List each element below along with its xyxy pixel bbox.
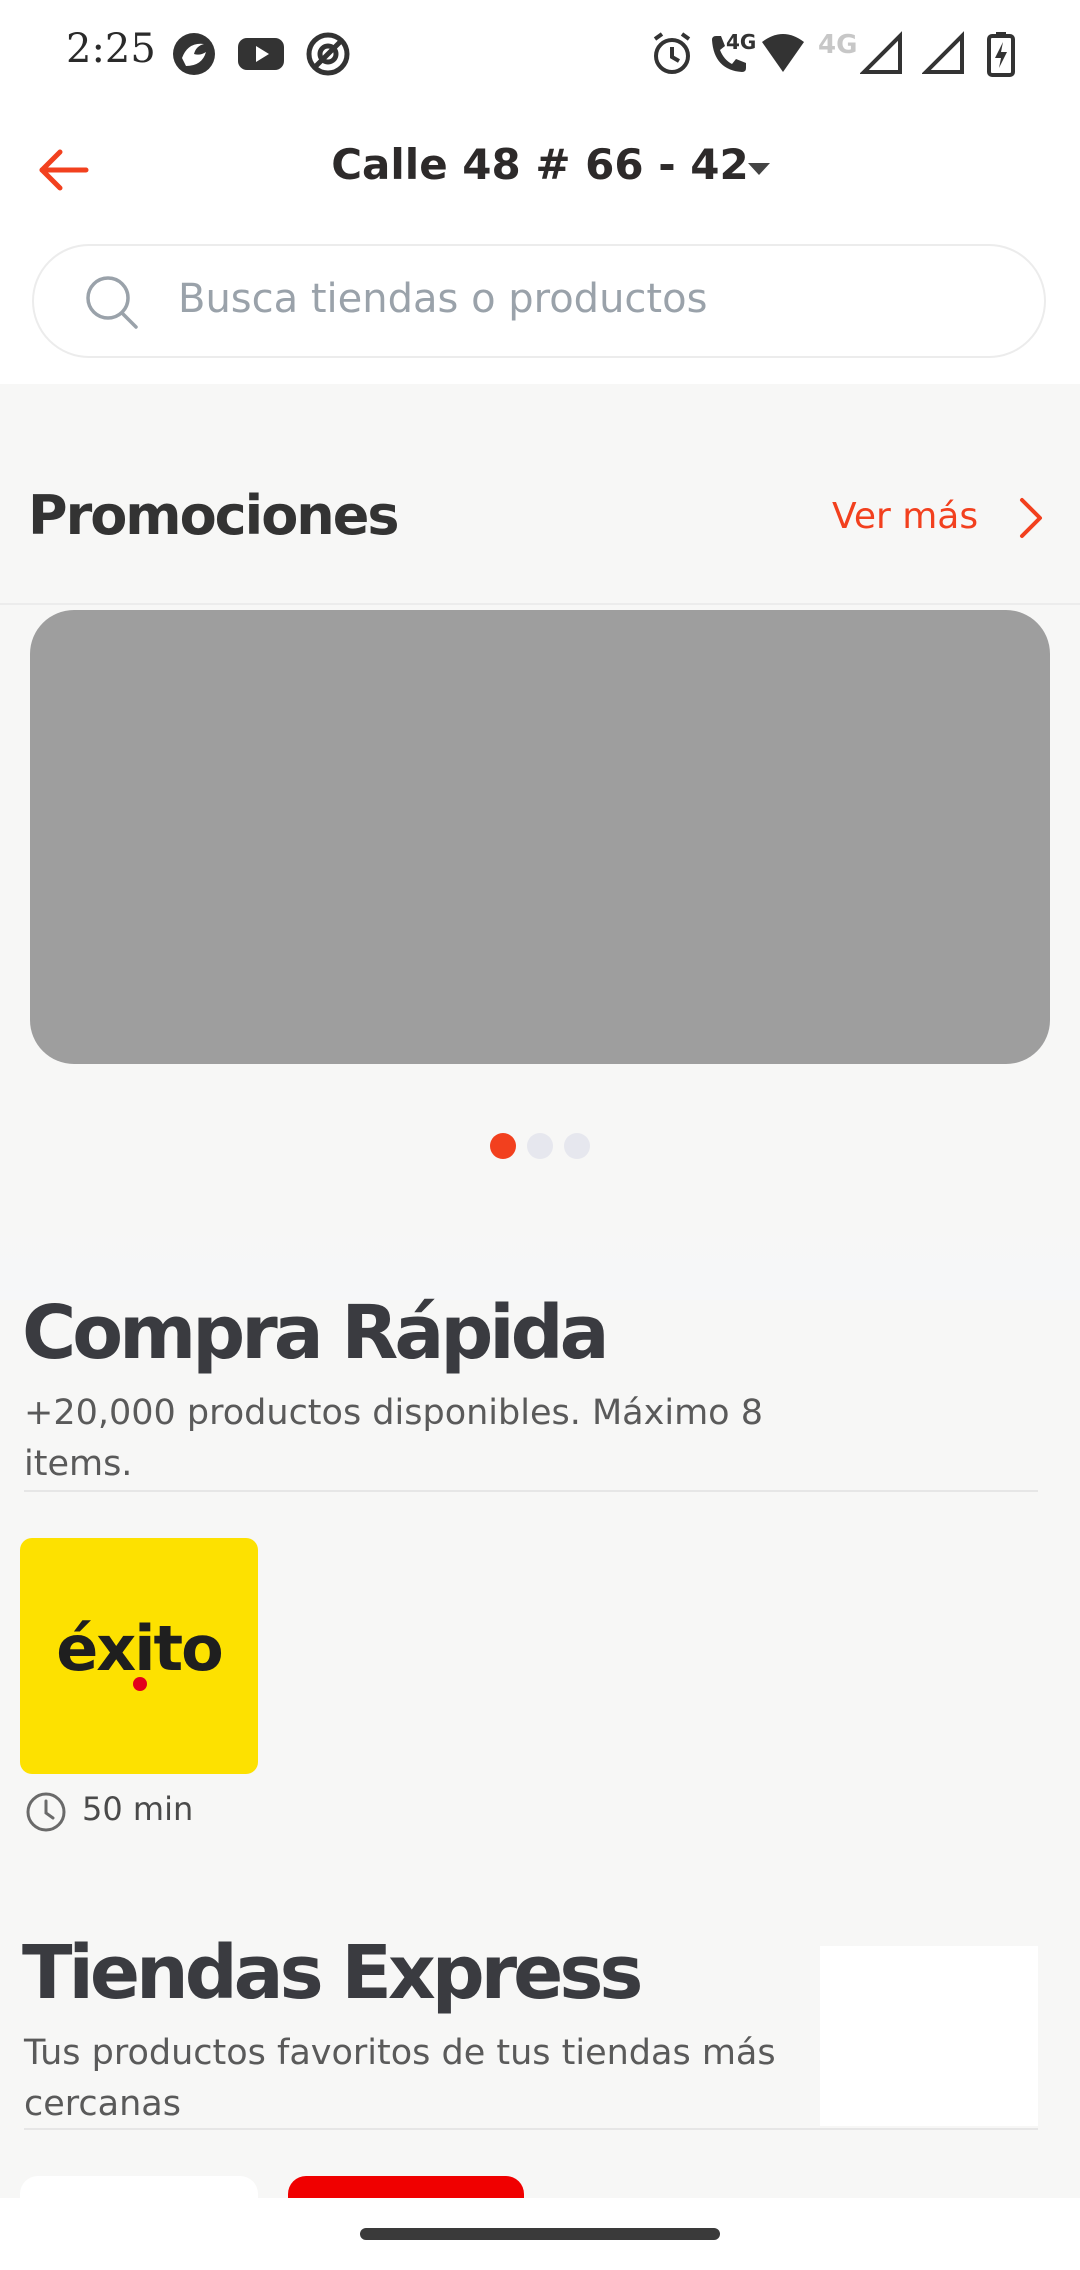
caret-down-icon[interactable] bbox=[748, 163, 770, 175]
signal-icon bbox=[922, 31, 964, 74]
status-time: 2:25 bbox=[66, 26, 156, 72]
delivery-time: 50 min bbox=[82, 1790, 194, 1828]
search-input[interactable] bbox=[176, 268, 1000, 330]
quick-buy-subtitle: +20,000 productos disponibles. Máximo 8 … bbox=[24, 1393, 763, 1484]
chevron-right-icon[interactable] bbox=[1014, 496, 1050, 540]
exito-logo-dot bbox=[133, 1677, 147, 1691]
wifi-icon bbox=[762, 34, 804, 72]
divider bbox=[24, 2128, 1038, 2130]
battery-charging-icon bbox=[987, 32, 1015, 77]
divider bbox=[24, 1490, 1038, 1492]
status-bar: 2:25 4G 4G bbox=[0, 0, 1080, 110]
carousel-dot[interactable] bbox=[527, 1133, 553, 1159]
signal-icon bbox=[860, 31, 902, 74]
address-text: Calle 48 # 66 - 42 bbox=[331, 140, 749, 189]
quick-buy-title: Compra Rápida bbox=[22, 1290, 610, 1376]
network-type-label: 4G bbox=[726, 30, 757, 54]
youtube-icon bbox=[238, 38, 284, 70]
promotions-title: Promociones bbox=[28, 484, 399, 547]
search-icon bbox=[86, 276, 138, 329]
alarm-icon bbox=[653, 32, 691, 74]
promotion-banner[interactable] bbox=[30, 610, 1050, 1064]
see-more-link[interactable]: Ver más bbox=[832, 496, 978, 537]
vpn-icon bbox=[306, 32, 350, 76]
address-selector[interactable]: Calle 48 # 66 - 42 bbox=[0, 140, 1080, 189]
home-gesture-handle[interactable] bbox=[360, 2228, 720, 2240]
section-separator bbox=[0, 1220, 1080, 1300]
express-stores-title: Tiendas Express bbox=[22, 1930, 643, 2016]
carousel-dot-active[interactable] bbox=[490, 1133, 516, 1159]
exito-logo: éxito bbox=[56, 1612, 224, 1685]
browser-icon bbox=[173, 33, 215, 75]
network-type-label-2: 4G bbox=[818, 30, 858, 60]
carousel-dot[interactable] bbox=[564, 1133, 590, 1159]
clock-icon bbox=[26, 1792, 66, 1832]
divider bbox=[0, 603, 1080, 605]
express-image bbox=[820, 1946, 1038, 2126]
express-stores-subtitle: Tus productos favoritos de tus tiendas m… bbox=[24, 2033, 776, 2124]
